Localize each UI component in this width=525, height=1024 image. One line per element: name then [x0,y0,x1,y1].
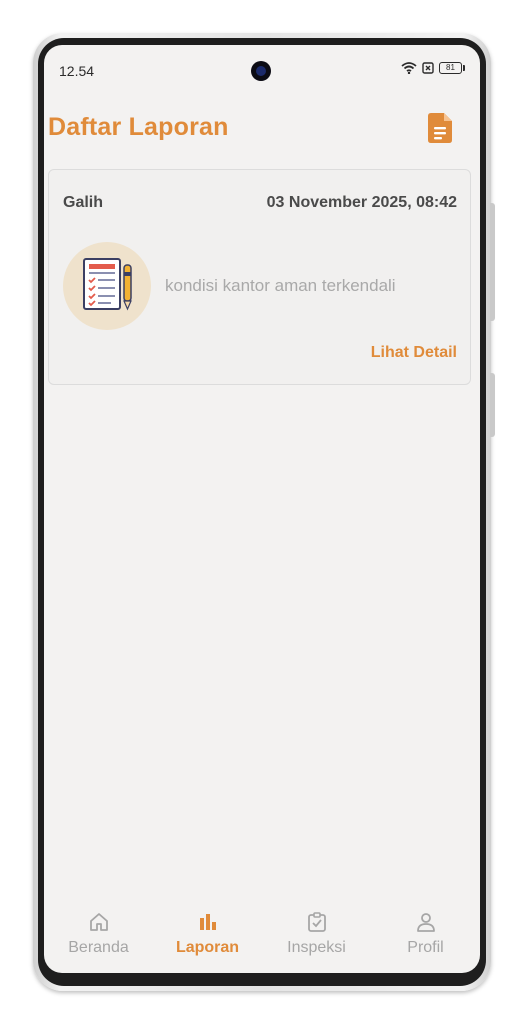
status-time: 12.54 [59,63,95,79]
report-card[interactable]: Galih 03 November 2025, 08:42 kondisi ka… [48,169,471,385]
report-thumbnail [63,242,151,330]
status-bar: 12.54 81 [44,45,480,85]
checklist-clipboard-icon [83,258,132,311]
person-icon [416,913,435,932]
nav-item-inspeksi[interactable]: Inspeksi [262,907,371,973]
nav-label-laporan: Laporan [175,939,240,956]
home-icon [89,913,108,931]
clipboard-check-icon [307,912,326,932]
bar-chart-icon [199,914,216,930]
power-button [490,203,495,321]
status-icons: 81 [401,62,465,74]
app-screen: 12.54 81 Daftar Laporan Galih 03 Novembe… [44,45,480,973]
front-camera [251,61,271,81]
nav-item-profil[interactable]: Profil [371,907,480,973]
document-icon[interactable] [428,113,454,143]
nav-label-beranda: Beranda [68,939,129,956]
nav-label-inspeksi: Inspeksi [287,939,346,956]
report-datetime: 03 November 2025, 08:42 [266,194,457,211]
phone-bezel: 12.54 81 Daftar Laporan Galih 03 Novembe… [38,38,486,986]
reporter-name: Galih [63,194,104,211]
bottom-navigation: Beranda Laporan Inspeksi Profil [44,907,480,973]
app-header: Daftar Laporan [44,103,480,153]
volume-button [490,373,495,437]
battery-icon: 81 [439,62,465,74]
no-sim-icon [422,62,434,74]
nav-label-profil: Profil [407,939,444,956]
view-detail-link[interactable]: Lihat Detail [371,344,457,362]
wifi-icon [401,62,417,74]
nav-item-beranda[interactable]: Beranda [44,907,153,973]
phone-frame: 12.54 81 Daftar Laporan Galih 03 Novembe… [33,33,495,991]
page-title: Daftar Laporan [48,113,229,141]
report-description: kondisi kantor aman terkendali [165,276,396,295]
nav-item-laporan[interactable]: Laporan [153,907,262,973]
